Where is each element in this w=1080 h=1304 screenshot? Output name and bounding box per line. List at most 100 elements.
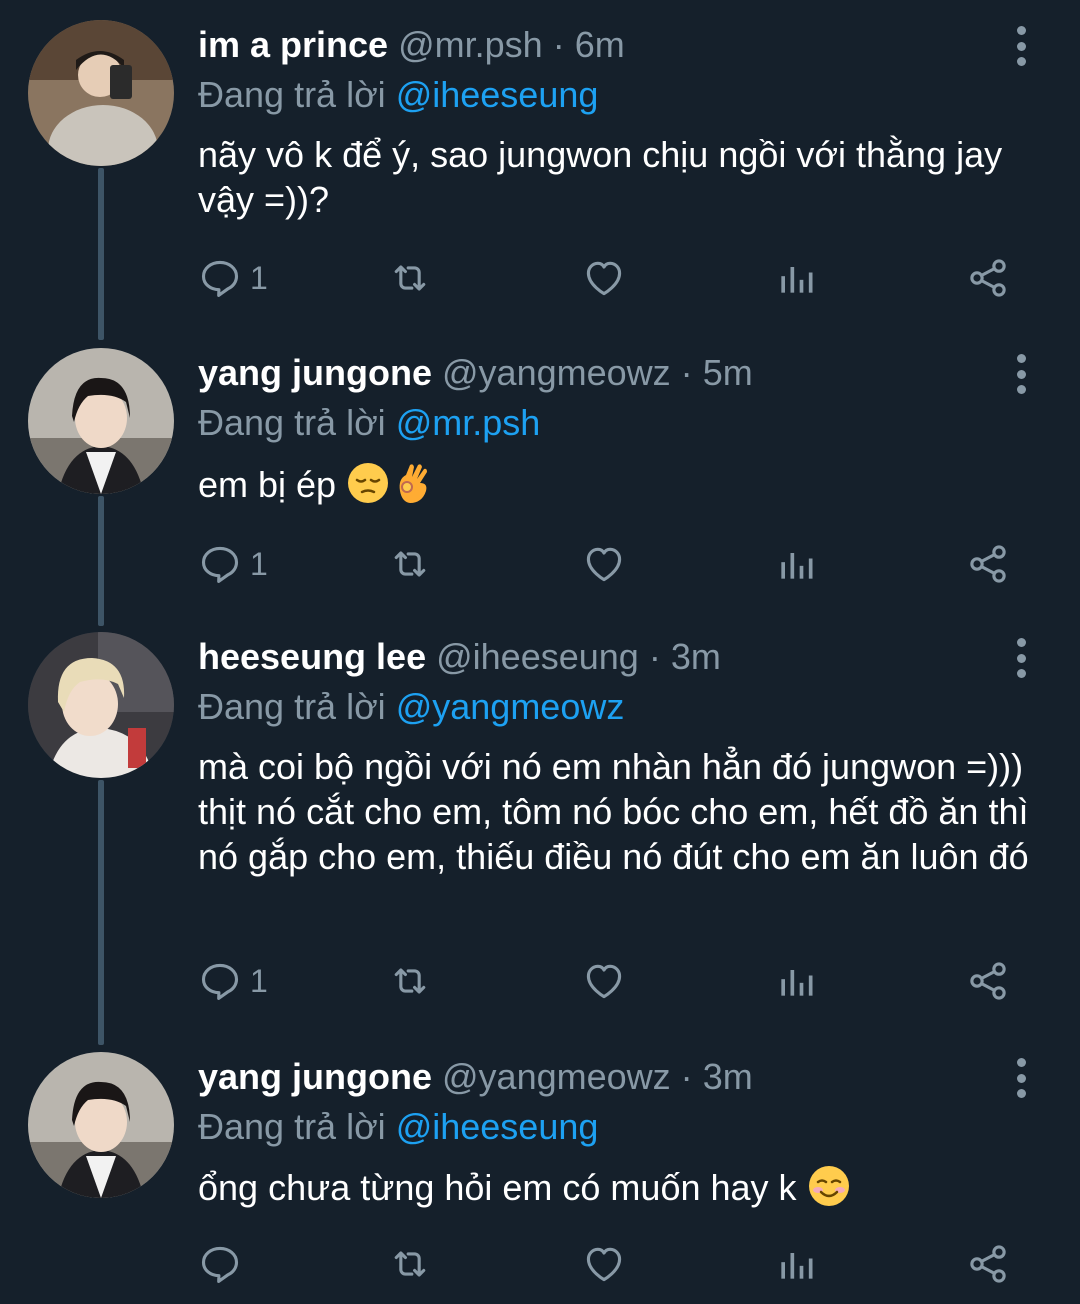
share-icon: [966, 1242, 1010, 1286]
reply-count: 1: [250, 545, 268, 582]
action-bar: [198, 1240, 1028, 1288]
tweet-text: em bị ép: [198, 464, 337, 505]
reply-icon: [198, 542, 242, 586]
timestamp[interactable]: 6m: [575, 24, 625, 65]
avatar-photo: [28, 20, 174, 166]
share-icon: [966, 256, 1010, 300]
retweet-icon: [388, 959, 432, 1003]
action-bar: 1: [198, 254, 1028, 302]
replying-label: Đang trả lời: [198, 74, 386, 115]
display-name[interactable]: yang jungone: [198, 1056, 432, 1097]
avatar[interactable]: [28, 20, 174, 166]
smiling-face-emoji: [807, 1164, 851, 1208]
retweet-icon: [388, 256, 432, 300]
mention-link[interactable]: @mr.psh: [396, 402, 541, 443]
like-button[interactable]: [582, 540, 626, 588]
user-handle[interactable]: @yangmeowz: [442, 352, 671, 393]
ok-hand-emoji: [390, 461, 434, 505]
tweet-header: yang jungone @yangmeowz · 5m: [198, 348, 753, 398]
user-handle[interactable]: @mr.psh: [398, 24, 543, 65]
user-handle[interactable]: @yangmeowz: [442, 1056, 671, 1097]
avatar-photo: [28, 348, 174, 494]
analytics-button[interactable]: [774, 1240, 818, 1288]
avatar-photo: [28, 632, 174, 778]
analytics-icon: [774, 959, 818, 1003]
analytics-icon: [774, 1242, 818, 1286]
separator: ·: [680, 352, 693, 393]
reply-count: 1: [250, 259, 268, 296]
reply-icon: [198, 959, 242, 1003]
reply-icon: [198, 1242, 242, 1286]
reply-count: 1: [250, 962, 268, 999]
tweet-text-container: ổng chưa từng hỏi em có muốn hay k: [198, 1164, 1038, 1210]
mention-link[interactable]: @yangmeowz: [396, 686, 625, 727]
like-icon: [582, 542, 626, 586]
analytics-icon: [774, 542, 818, 586]
tweet[interactable]: im a prince @mr.psh · 6m Đang trả lời @i…: [0, 20, 1080, 320]
action-bar: 1: [198, 540, 1028, 588]
tweet[interactable]: yang jungone @yangmeowz · 5m Đang trả lờ…: [0, 348, 1080, 608]
share-icon: [966, 959, 1010, 1003]
action-bar: 1: [198, 957, 1028, 1005]
tweet-header: yang jungone @yangmeowz · 3m: [198, 1052, 753, 1102]
share-button[interactable]: [966, 957, 1010, 1005]
retweet-button[interactable]: [388, 957, 432, 1005]
share-button[interactable]: [966, 254, 1010, 302]
display-name[interactable]: heeseung lee: [198, 636, 426, 677]
tweet-header: im a prince @mr.psh · 6m: [198, 20, 625, 70]
retweet-icon: [388, 542, 432, 586]
reply-icon: [198, 256, 242, 300]
tweet-text: ổng chưa từng hỏi em có muốn hay k: [198, 1167, 797, 1208]
analytics-button[interactable]: [774, 254, 818, 302]
timestamp[interactable]: 3m: [703, 1056, 753, 1097]
retweet-button[interactable]: [388, 1240, 432, 1288]
reply-button[interactable]: 1: [198, 957, 268, 1005]
user-handle[interactable]: @iheeseung: [436, 636, 639, 677]
retweet-button[interactable]: [388, 254, 432, 302]
tweet-text-container: em bị ép: [198, 461, 1038, 507]
separator: ·: [648, 636, 661, 677]
like-button[interactable]: [582, 1240, 626, 1288]
like-icon: [582, 959, 626, 1003]
tweet-text: nãy vô k để ý, sao jungwon chịu ngồi với…: [198, 134, 1003, 220]
like-button[interactable]: [582, 957, 626, 1005]
replying-to: Đang trả lời @mr.psh: [198, 398, 540, 448]
display-name[interactable]: im a prince: [198, 24, 388, 65]
like-button[interactable]: [582, 254, 626, 302]
replying-to: Đang trả lời @yangmeowz: [198, 682, 624, 732]
avatar[interactable]: [28, 348, 174, 494]
replying-label: Đang trả lời: [198, 686, 386, 727]
analytics-button[interactable]: [774, 957, 818, 1005]
tweet[interactable]: heeseung lee @iheeseung · 3m Đang trả lờ…: [0, 632, 1080, 1022]
avatar[interactable]: [28, 632, 174, 778]
replying-to: Đang trả lời @iheeseung: [198, 1102, 598, 1152]
avatar[interactable]: [28, 1052, 174, 1198]
share-button[interactable]: [966, 540, 1010, 588]
timestamp[interactable]: 5m: [703, 352, 753, 393]
tweet-header: heeseung lee @iheeseung · 3m: [198, 632, 721, 682]
replying-label: Đang trả lời: [198, 1106, 386, 1147]
mention-link[interactable]: @iheeseung: [396, 74, 599, 115]
mention-link[interactable]: @iheeseung: [396, 1106, 599, 1147]
display-name[interactable]: yang jungone: [198, 352, 432, 393]
analytics-button[interactable]: [774, 540, 818, 588]
pensive-face-emoji: [346, 461, 390, 505]
more-options-icon[interactable]: [1008, 638, 1034, 678]
retweet-button[interactable]: [388, 540, 432, 588]
separator: ·: [680, 1056, 693, 1097]
reply-button[interactable]: 1: [198, 540, 268, 588]
reply-button[interactable]: [198, 1240, 250, 1288]
analytics-icon: [774, 256, 818, 300]
separator: ·: [552, 24, 565, 65]
replying-to: Đang trả lời @iheeseung: [198, 70, 598, 120]
tweet[interactable]: yang jungone @yangmeowz · 3m Đang trả lờ…: [0, 1052, 1080, 1304]
replying-label: Đang trả lời: [198, 402, 386, 443]
more-options-icon[interactable]: [1008, 26, 1034, 66]
timestamp[interactable]: 3m: [671, 636, 721, 677]
more-options-icon[interactable]: [1008, 1058, 1034, 1098]
more-options-icon[interactable]: [1008, 354, 1034, 394]
reply-button[interactable]: 1: [198, 254, 268, 302]
share-button[interactable]: [966, 1240, 1010, 1288]
tweet-text: mà coi bộ ngồi với nó em nhàn hẳn đó jun…: [198, 746, 1029, 877]
like-icon: [582, 256, 626, 300]
